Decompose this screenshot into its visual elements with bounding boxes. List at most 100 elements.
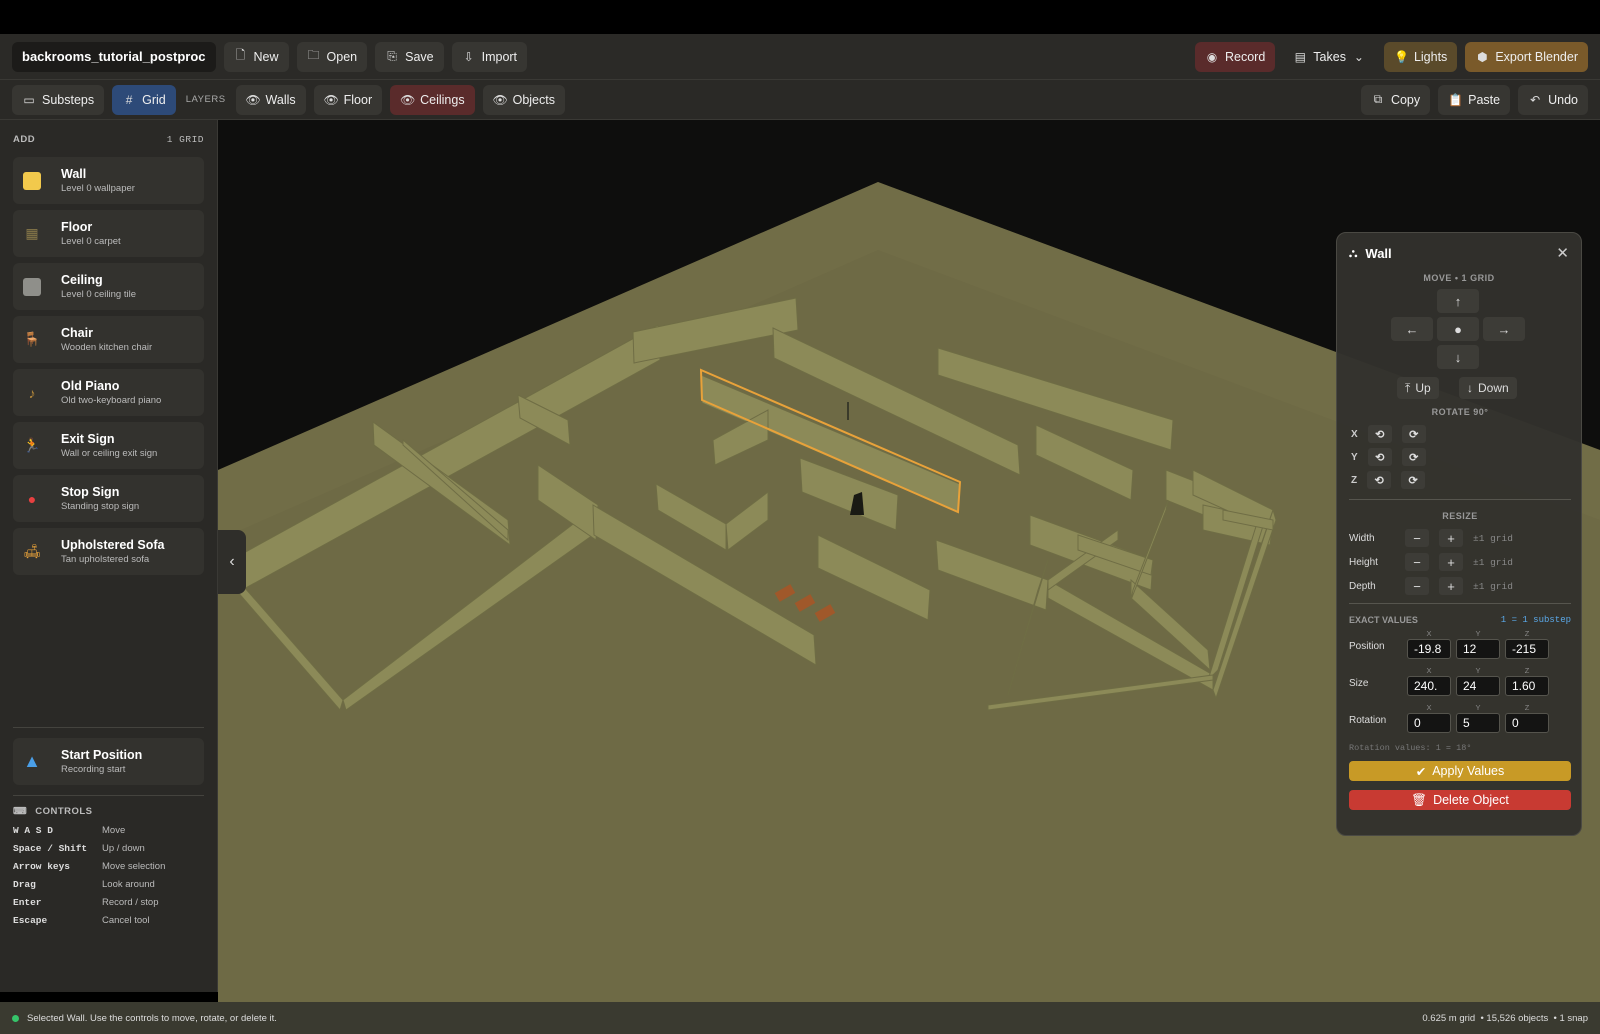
rotation-y-input[interactable]: 5 <box>1456 713 1500 733</box>
ceilings-layer-toggle[interactable]: 👁 Ceilings <box>390 84 475 115</box>
grid-toggle[interactable]: # Grid <box>112 84 176 115</box>
sofa-icon: 🛋 <box>23 543 41 559</box>
save-button[interactable]: ⎘ Save <box>375 41 444 72</box>
sidebar-item-ceiling[interactable]: Ceiling Level 0 ceiling tile <box>13 263 204 310</box>
rotation-x-input[interactable]: 0 <box>1407 713 1451 733</box>
plus-icon[interactable]: + <box>1439 529 1463 547</box>
record-button[interactable]: ◉ Record <box>1195 41 1276 72</box>
import-icon: ⇩ <box>463 49 474 64</box>
takes-dropdown[interactable]: ▤ Takes ⌄ <box>1283 42 1376 72</box>
rotate-ccw-icon[interactable]: ⟲ <box>1367 448 1392 466</box>
lower-button[interactable]: ↓ Down <box>1459 377 1517 399</box>
lights-button[interactable]: 💡 Lights <box>1383 41 1458 72</box>
project-name[interactable]: backrooms_tutorial_postproc <box>12 41 216 72</box>
apply-values-button[interactable]: ✔ Apply Values <box>1349 761 1571 781</box>
move-center-button[interactable]: ● <box>1437 317 1479 341</box>
control-row: Arrow keys Move selection <box>0 857 217 875</box>
axis-label: X <box>1426 666 1432 675</box>
save-icon: ⎘ <box>387 49 397 63</box>
panel-divider <box>1349 603 1571 604</box>
position-x-input[interactable]: -19.8 <box>1407 639 1451 659</box>
copy-button[interactable]: ⧉ Copy <box>1360 84 1431 115</box>
control-key: Arrow keys <box>13 860 71 872</box>
undo-icon: ↶ <box>1530 92 1541 107</box>
rotate-ccw-icon[interactable]: ⟲ <box>1367 425 1392 443</box>
takes-icon: ▤ <box>1294 49 1306 64</box>
rotate-cw-icon[interactable]: ⟳ <box>1401 448 1426 466</box>
objects-layer-toggle[interactable]: 👁 Objects <box>482 84 565 115</box>
substeps-button[interactable]: ▭ Substeps <box>12 84 105 115</box>
axis-label: Y <box>1475 703 1481 712</box>
size-row: Size X 240. Y 24 Z 1.60 <box>1349 666 1571 698</box>
move-down-button[interactable]: ↓ <box>1437 345 1479 369</box>
move-left-button[interactable]: ← <box>1391 317 1433 341</box>
record-icon: ◉ <box>1206 49 1218 64</box>
minus-icon[interactable]: − <box>1405 529 1429 547</box>
eye-icon: 👁 <box>323 92 339 107</box>
sidebar-item-chair[interactable]: 🪑 Chair Wooden kitchen chair <box>13 316 204 363</box>
sidebar-item-wall[interactable]: Wall Level 0 wallpaper <box>13 157 204 204</box>
eye-icon: 👁 <box>245 92 261 107</box>
size-z-input[interactable]: 1.60 <box>1505 676 1549 696</box>
new-button[interactable]: 🗋 New <box>223 41 289 72</box>
move-up-button[interactable]: ↑ <box>1437 289 1479 313</box>
control-action: Record / stop <box>102 896 159 908</box>
floor-grid-icon: ▦ <box>25 225 39 241</box>
rotation-row: Rotation X 0 Y 5 Z 0 <box>1349 703 1571 735</box>
sidebar-item-upholstered-sofa[interactable]: 🛋 Upholstered Sofa Tan upholstered sofa <box>13 528 204 575</box>
folder-icon: 🗀 <box>307 48 320 62</box>
axis-label: Z <box>1524 703 1530 712</box>
rotate-cw-icon[interactable]: ⟳ <box>1401 425 1426 443</box>
floor-layer-toggle[interactable]: 👁 Floor <box>313 84 383 115</box>
copy-icon: ⧉ <box>1373 92 1383 106</box>
panel-divider <box>1349 499 1571 500</box>
collapse-sidebar-button[interactable]: ‹ <box>218 530 246 594</box>
axis-label: Y <box>1475 629 1481 638</box>
control-row: W A S D Move <box>0 821 217 839</box>
rotate-ccw-icon[interactable]: ⟲ <box>1367 471 1392 489</box>
sidebar-item-stop-sign[interactable]: ● Stop Sign Standing stop sign <box>13 475 204 522</box>
rotate-cw-icon[interactable]: ⟳ <box>1401 471 1426 489</box>
sidebar-item-old-piano[interactable]: ♪ Old Piano Old two-keyboard piano <box>13 369 204 416</box>
size-x-input[interactable]: 240. <box>1407 676 1451 696</box>
import-button[interactable]: ⇩ Import <box>451 41 528 72</box>
sidebar-item-exit-sign[interactable]: 🏃 Exit Sign Wall or ceiling exit sign <box>13 422 204 469</box>
walls-layer-toggle[interactable]: 👁 Walls <box>235 84 306 115</box>
move-right-button[interactable]: → <box>1483 317 1525 341</box>
control-key: Enter <box>13 896 42 908</box>
control-action: Look around <box>102 878 155 890</box>
undo-button[interactable]: ↶ Undo <box>1518 84 1588 115</box>
panel-title: Wall <box>1365 245 1392 261</box>
control-row: Enter Record / stop <box>0 893 217 911</box>
minus-icon[interactable]: − <box>1405 577 1429 595</box>
plus-icon[interactable]: + <box>1439 577 1463 595</box>
exact-values-hint: 1 = 1 substep <box>1500 615 1571 625</box>
eye-icon: 👁 <box>400 92 416 107</box>
open-button[interactable]: 🗀 Open <box>296 41 368 72</box>
size-y-input[interactable]: 24 <box>1456 676 1500 696</box>
sidebar-item-start-position[interactable]: ▲ Start Position Recording start <box>13 738 204 785</box>
raise-button[interactable]: ⤒ Up <box>1397 377 1439 399</box>
rotation-note: Rotation values: 1 = 18° <box>1349 743 1472 753</box>
resize-label: RESIZE <box>1442 511 1478 521</box>
chevron-left-icon: ‹ <box>229 553 235 570</box>
control-action: Move selection <box>102 860 166 872</box>
axis-label: Z <box>1524 629 1530 638</box>
paste-button[interactable]: 📋 Paste <box>1438 84 1511 115</box>
sidebar-item-floor[interactable]: ▦ Floor Level 0 carpet <box>13 210 204 257</box>
minus-icon[interactable]: − <box>1405 553 1429 571</box>
plus-icon[interactable]: + <box>1439 553 1463 571</box>
export-blender-button[interactable]: ⬢ Export Blender <box>1465 41 1588 72</box>
status-dot-icon <box>12 1014 19 1022</box>
delete-object-button[interactable]: 🗑 Delete Object <box>1349 790 1571 810</box>
position-z-input[interactable]: -215 <box>1505 639 1549 659</box>
position-row: Position X -19.8 Y 12 Z -215 <box>1349 629 1571 661</box>
rotate-row-x: X ⟲ ⟳ <box>1351 425 1426 443</box>
rotation-z-input[interactable]: 0 <box>1505 713 1549 733</box>
control-row: Drag Look around <box>0 875 217 893</box>
move-label: MOVE • 1 GRID <box>1423 273 1495 283</box>
chair-icon: 🪑 <box>23 331 41 347</box>
close-icon[interactable]: ✕ <box>1556 244 1569 262</box>
arrow-left-icon: ← <box>1405 321 1419 337</box>
position-y-input[interactable]: 12 <box>1456 639 1500 659</box>
